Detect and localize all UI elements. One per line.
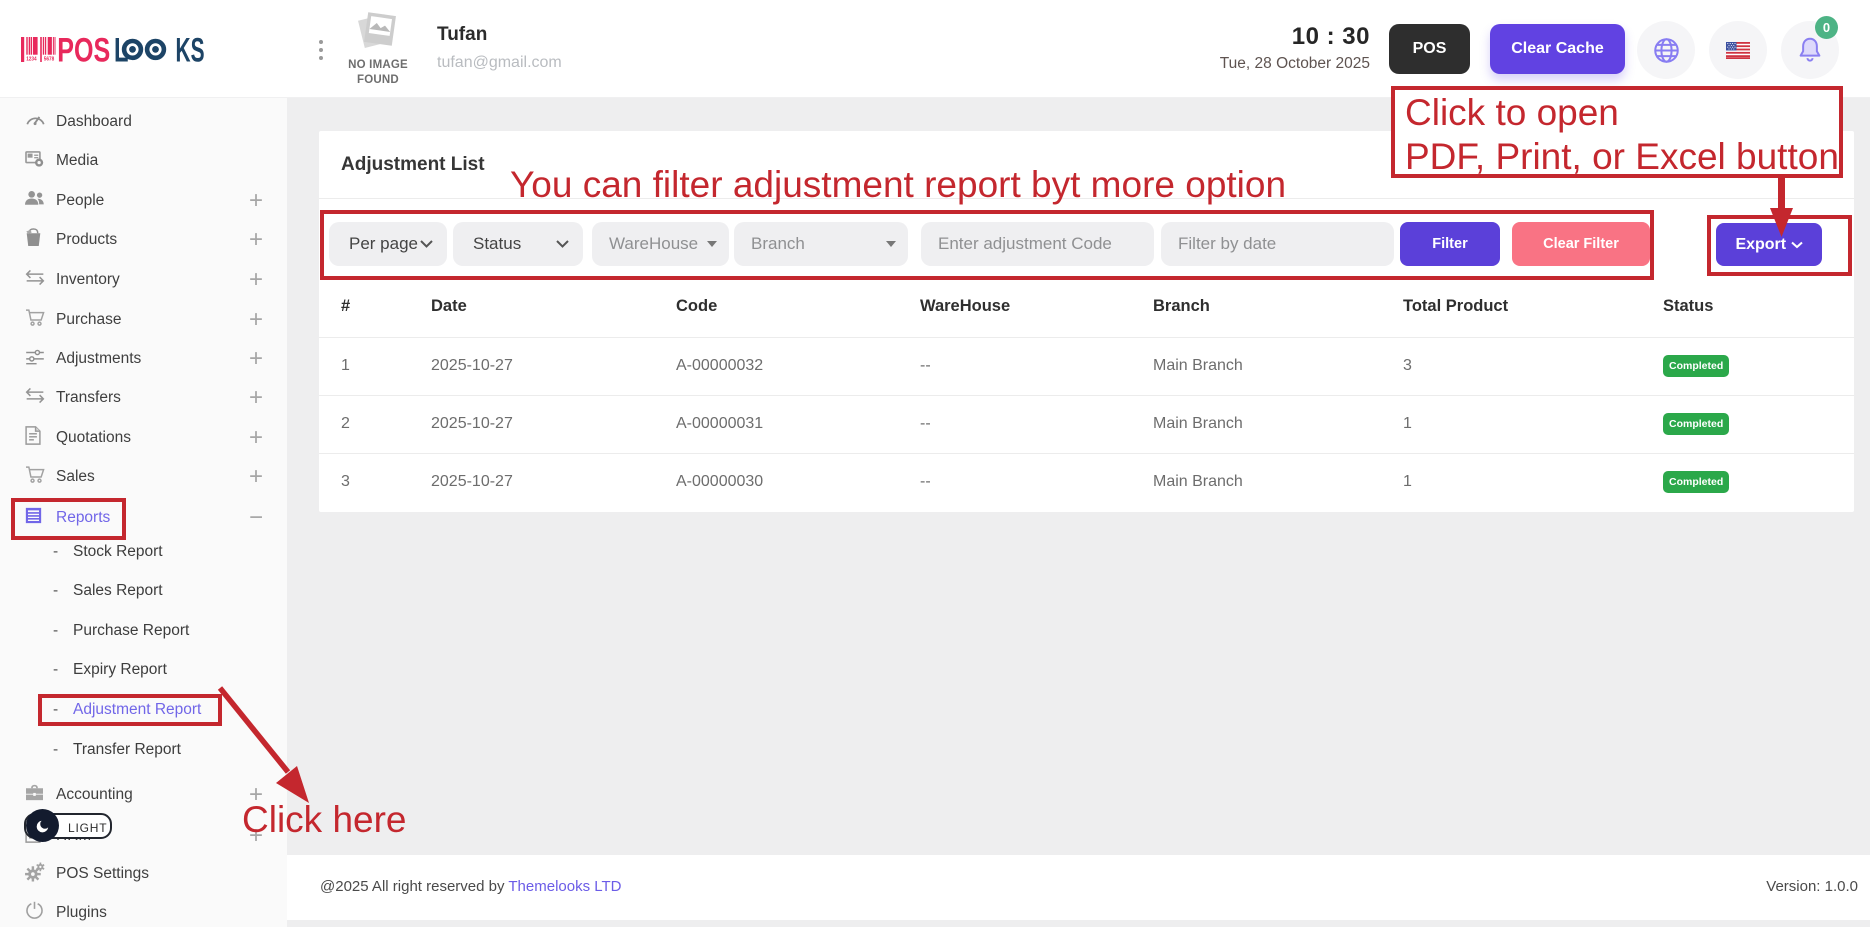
svg-text:KS: KS bbox=[176, 37, 205, 64]
svg-text:5678: 5678 bbox=[44, 57, 55, 63]
svg-text:POS: POS bbox=[57, 37, 110, 64]
svg-text:1234: 1234 bbox=[26, 57, 37, 63]
